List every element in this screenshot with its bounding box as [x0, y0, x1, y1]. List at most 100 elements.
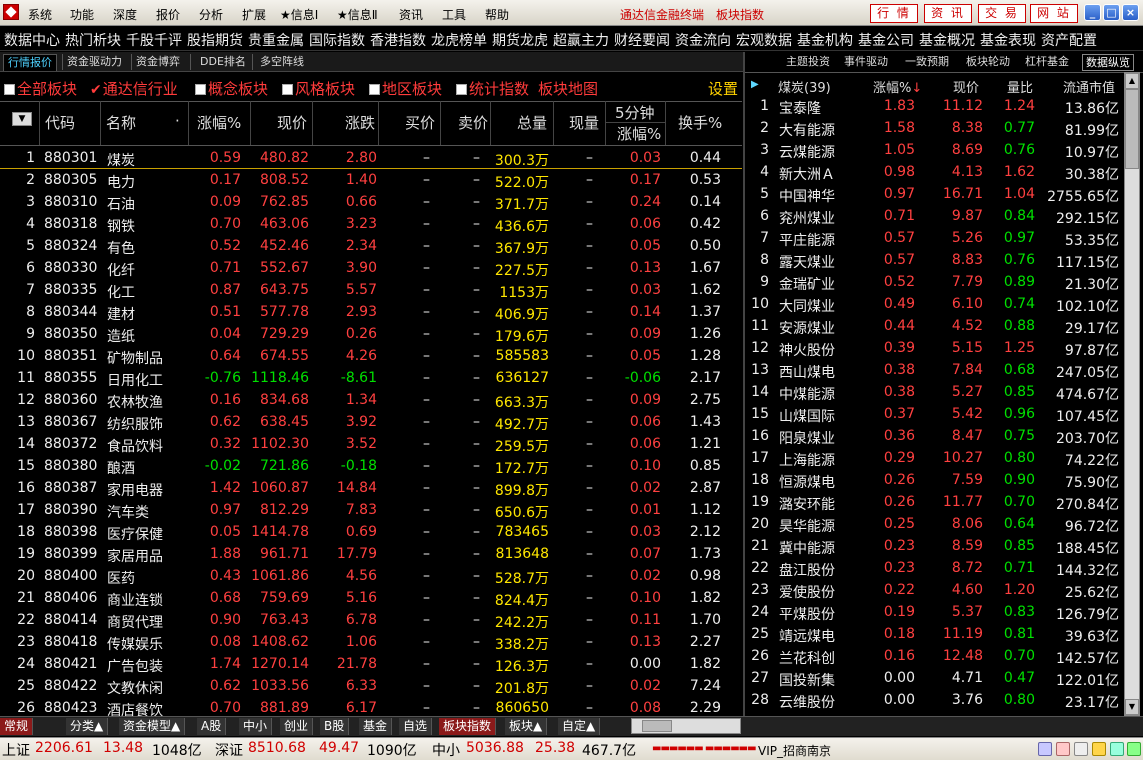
table-row[interactable]: 5 880324 有色 0.52 452.46 2.34– –367.9万 –0.05 0.50 — [0, 235, 742, 257]
nav-futures-dragon[interactable]: 期货龙虎 — [492, 30, 548, 50]
table-row[interactable]: 22 880414 商贸代理 0.90 763.43 6.78– –242.2万 –0.11 1… — [0, 609, 742, 631]
quote-button[interactable]: 行 情 — [870, 4, 918, 23]
constituent-row[interactable]: 8 露天煤业 0.57 8.83 0.76 117.15亿 — [745, 249, 1125, 271]
signal-icon[interactable] — [1092, 742, 1106, 756]
nav-fund-companies[interactable]: 基金公司 — [858, 30, 914, 50]
status-ok-icon[interactable] — [1127, 742, 1141, 756]
nav-hot-sectors[interactable]: 热门析块 — [65, 30, 121, 50]
tab-quote[interactable]: 行情报价 — [3, 54, 57, 71]
constituent-row[interactable]: 2 大有能源 1.58 8.38 0.77 81.99亿 — [745, 117, 1125, 139]
menu-function[interactable]: 功能 — [70, 6, 94, 23]
btab-sme[interactable]: 中小 — [239, 718, 273, 735]
table-row[interactable]: 25 880422 文教休闲 0.62 1033.56 6.33– –201.8万 –0.02… — [0, 675, 742, 697]
constituent-row[interactable]: 26 兰花科创 0.16 12.48 0.70 142.57亿 — [745, 645, 1125, 667]
filter-concept[interactable]: 概念板块 — [195, 78, 268, 99]
header-turnover[interactable]: 换手% — [678, 112, 722, 133]
table-row[interactable]: 12 880360 农林牧渔 0.16 834.68 1.34– –663.3万 –0.09 2… — [0, 389, 742, 411]
filter-tdx-industry[interactable]: ✔通达信行业 — [90, 78, 178, 99]
btab-sector-index[interactable]: 板块指数 — [439, 718, 497, 735]
table-row[interactable]: 2 880305 电力 0.17 808.52 1.40– –522.0万 –0.17 0.53 — [0, 169, 742, 191]
table-row[interactable]: 8 880344 建材 0.51 577.78 2.93– –406.9万 –0.14 1.37 — [0, 301, 742, 323]
horizontal-scrollbar[interactable] — [631, 718, 741, 734]
nav-main-force[interactable]: 超赢主力 — [553, 30, 609, 50]
nav-macro-data[interactable]: 宏观数据 — [736, 30, 792, 50]
table-row[interactable]: 19 880399 家居用品 1.88 961.71 17.79– –813648–0.07… — [0, 543, 742, 565]
header-code[interactable]: 代码 — [45, 112, 75, 133]
table-row[interactable]: 9 880350 造纸 0.04 729.29 0.26– –179.6万 –0.09 1.26 — [0, 323, 742, 345]
table-row[interactable]: 21 880406 商业连锁 0.68 759.69 5.16– –824.4万 –0.10 1… — [0, 587, 742, 609]
constituent-row[interactable]: 18 恒源煤电 0.26 7.59 0.90 75.90亿 — [745, 469, 1125, 491]
constituent-row[interactable]: 5 中国神华 0.97 16.71 1.04 2755.65亿 — [745, 183, 1125, 205]
hscroll-thumb[interactable] — [642, 720, 672, 732]
filter-region[interactable]: 地区板块 — [369, 78, 442, 99]
constituent-row[interactable]: 19 潞安环能 0.26 11.77 0.70 270.84亿 — [745, 491, 1125, 513]
nav-hk-index[interactable]: 香港指数 — [370, 30, 426, 50]
table-row[interactable]: 3 880310 石油 0.09 762.85 0.66– –371.7万 –0.24 0.14 — [0, 191, 742, 213]
table-row[interactable]: 23 880418 传媒娱乐 0.08 1408.62 1.06– –338.2万 –0.13… — [0, 631, 742, 653]
right-header-float-cap[interactable]: 流通市值 — [1063, 77, 1115, 96]
nav-finance-news[interactable]: 财经要闻 — [614, 30, 670, 50]
tab-dde-rank[interactable]: DDE排名 — [196, 54, 250, 71]
constituent-row[interactable]: 9 金瑞矿业 0.52 7.79 0.89 21.30亿 — [745, 271, 1125, 293]
menu-system[interactable]: 系统 — [28, 6, 52, 23]
constituent-row[interactable]: 4 新大洲Ａ 0.98 4.13 1.62 30.38亿 — [745, 161, 1125, 183]
nav-data-center[interactable]: 数据中心 — [4, 30, 60, 50]
nav-intl-index[interactable]: 国际指数 — [309, 30, 365, 50]
constituent-row[interactable]: 17 上海能源 0.29 10.27 0.80 74.22亿 — [745, 447, 1125, 469]
menu-help[interactable]: 帮助 — [485, 6, 509, 23]
constituent-row[interactable]: 3 云煤能源 1.05 8.69 0.76 10.97亿 — [745, 139, 1125, 161]
nav-stock-reviews[interactable]: 千股千评 — [126, 30, 182, 50]
constituent-row[interactable]: 25 靖远煤电 0.18 11.19 0.81 39.63亿 — [745, 623, 1125, 645]
menu-tools[interactable]: 工具 — [442, 6, 466, 23]
header-change[interactable]: 涨跌 — [345, 112, 375, 133]
btab-chinext[interactable]: 创业 — [280, 718, 314, 735]
btab-watchlist[interactable]: 自选 — [399, 718, 433, 735]
sort-dropdown-icon[interactable]: ▼ — [12, 112, 32, 126]
nav-index-futures[interactable]: 股指期货 — [187, 30, 243, 50]
constituent-row[interactable]: 13 西山煤电 0.38 7.84 0.68 247.05亿 — [745, 359, 1125, 381]
tab-bull-bear[interactable]: 多空阵线 — [256, 54, 308, 71]
tab-leverage-fund[interactable]: 杠杆基金 — [1022, 54, 1072, 71]
message-icon[interactable] — [1074, 742, 1088, 756]
scroll-down-icon[interactable]: ▼ — [1125, 699, 1139, 715]
menu-analysis[interactable]: 分析 — [199, 6, 223, 23]
nav-asset-allocation[interactable]: 资产配置 — [1041, 30, 1097, 50]
btab-regular[interactable]: 常规 — [0, 718, 34, 735]
minimize-icon[interactable]: _ — [1084, 4, 1101, 21]
table-row[interactable]: 16 880387 家用电器 1.42 1060.87 14.84– –899.8万 –0.0… — [0, 477, 742, 499]
close-icon[interactable]: × — [1122, 4, 1139, 21]
constituent-row[interactable]: 12 神火股份 0.39 5.15 1.25 97.87亿 — [745, 337, 1125, 359]
news-button[interactable]: 资 讯 — [924, 4, 972, 23]
nav-fund-performance[interactable]: 基金表现 — [980, 30, 1036, 50]
btab-sector[interactable]: 板块▲ — [505, 718, 548, 735]
header-5min[interactable]: 5分钟 — [615, 102, 655, 123]
btab-category[interactable]: 分类▲ — [66, 718, 109, 735]
nav-fund-institutions[interactable]: 基金机构 — [797, 30, 853, 50]
nav-fund-overview[interactable]: 基金概况 — [919, 30, 975, 50]
tab-capital-drive[interactable]: 资金驱动力 — [63, 54, 126, 71]
tab-consensus[interactable]: 一致预期 — [902, 54, 952, 71]
header-current-volume[interactable]: 现量 — [569, 112, 599, 133]
constituent-row[interactable]: 20 昊华能源 0.25 8.06 0.64 96.72亿 — [745, 513, 1125, 535]
tab-event-driven[interactable]: 事件驱动 — [841, 54, 891, 71]
constituent-row[interactable]: 15 山煤国际 0.37 5.42 0.96 107.45亿 — [745, 403, 1125, 425]
header-ask[interactable]: 卖价 — [458, 112, 488, 133]
nav-dragon-tiger[interactable]: 龙虎榜单 — [431, 30, 487, 50]
tab-data-overview[interactable]: 数据纵览 — [1082, 54, 1134, 71]
table-row[interactable]: 6 880330 化纤 0.71 552.67 3.90– –227.5万 –0.13 1.67 — [0, 257, 742, 279]
right-header-volume-ratio[interactable]: 量比 — [1007, 77, 1033, 96]
settings-button[interactable]: 设置 — [708, 78, 738, 99]
tab-capital-game[interactable]: 资金博弈 — [132, 54, 184, 71]
menu-news[interactable]: 资讯 — [399, 6, 423, 23]
menu-extend[interactable]: 扩展 — [242, 6, 266, 23]
table-row[interactable]: 14 880372 食品饮料 0.32 1102.30 3.52– –259.5万 –0.06… — [0, 433, 742, 455]
vertical-scrollbar[interactable]: ▲ ▼ — [1124, 72, 1140, 716]
table-row[interactable]: 17 880390 汽车类 0.97 812.29 7.83– –650.6万 –0.01 1.… — [0, 499, 742, 521]
table-row[interactable]: 24 880421 广告包装 1.74 1270.14 21.78– –126.3万 –0.0… — [0, 653, 742, 675]
table-row[interactable]: 15 880380 酿酒 -0.02 721.86 -0.18– –172.7万 –0.10 0… — [0, 455, 742, 477]
scroll-thumb[interactable] — [1125, 89, 1139, 169]
menu-quote[interactable]: 报价 — [156, 6, 180, 23]
nav-capital-flow[interactable]: 资金流向 — [675, 30, 731, 50]
btab-fund[interactable]: 基金 — [359, 718, 393, 735]
constituent-row[interactable]: 22 盘江股份 0.23 8.72 0.71 144.32亿 — [745, 557, 1125, 579]
